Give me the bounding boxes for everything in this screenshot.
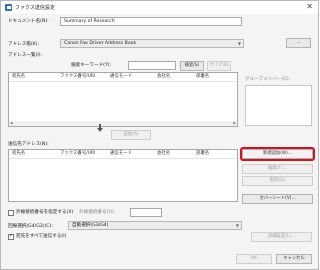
- scroll-right-icon[interactable]: ▶: [233, 121, 236, 126]
- down-arrow-icon: [97, 124, 103, 132]
- line-select-dropdown[interactable]: 自動選択(G3/G4) ▼: [68, 221, 242, 230]
- title-bar: ファクス送信設定 ✕: [1, 1, 318, 14]
- send-all-checkbox[interactable]: [8, 233, 14, 240]
- destination-col-company[interactable]: 会社名: [157, 150, 170, 158]
- chevron-down-icon: ▼: [237, 41, 241, 46]
- address-book-settings-button[interactable]: ...: [286, 38, 311, 48]
- cancel-button[interactable]: キャンセル: [276, 254, 312, 264]
- coversheet-button[interactable]: カバーシート(V)...: [242, 194, 313, 204]
- address-book-label: アドレス帳(K):: [8, 42, 40, 47]
- group-members-panel: [245, 85, 312, 126]
- address-col-company[interactable]: 会社名: [157, 73, 170, 81]
- address-col-mode[interactable]: 通信モード: [110, 73, 132, 81]
- destination-col-fax[interactable]: ファクス番号/URI: [60, 150, 95, 158]
- line-select-value: 自動選択(G3/G4): [72, 223, 109, 228]
- clear-button[interactable]: クリア(R): [207, 61, 231, 71]
- address-list-table[interactable]: 宛先名 ファクス番号/URI 通信モード 会社名 部署名 ◀ ▶: [8, 72, 238, 127]
- address-book-value: Canon Fax Driver Address Book: [64, 41, 137, 46]
- address-col-department[interactable]: 部署名: [196, 73, 209, 81]
- highlight-frame: [240, 147, 315, 161]
- window-title: ファクス送信設定: [15, 5, 55, 11]
- outside-line-label: 外線接続番号を指定する(X): [16, 210, 74, 215]
- destination-col-department[interactable]: 部署名: [196, 150, 209, 158]
- line-select-label: 回線選択(G4/G3)(C):: [8, 224, 53, 229]
- destination-col-name[interactable]: 宛先名: [12, 150, 25, 158]
- address-col-name[interactable]: 宛先名: [12, 73, 25, 81]
- document-name-label: ドキュメント名(N):: [8, 19, 49, 24]
- fax-settings-dialog: ファクス送信設定 ✕ ドキュメント名(N): Summary of Resear…: [0, 0, 319, 270]
- address-book-select[interactable]: Canon Fax Driver Address Book ▼: [60, 39, 244, 48]
- send-all-label: 宛先をすべて送信する(I): [16, 234, 67, 239]
- scroll-left-icon[interactable]: ◀: [10, 121, 13, 126]
- ok-button[interactable]: OK: [236, 254, 272, 264]
- document-name-input[interactable]: Summary of Research: [60, 17, 242, 26]
- destination-list-table[interactable]: 宛先名 ファクス番号/URI 通信モード 会社名 部署名: [8, 149, 238, 202]
- address-col-fax[interactable]: ファクス番号/URI: [60, 73, 95, 81]
- outside-line-checkbox[interactable]: [8, 210, 14, 216]
- outside-line-number-input[interactable]: [130, 208, 162, 217]
- close-icon[interactable]: ✕: [306, 2, 313, 12]
- add-button[interactable]: 追加(A): [111, 130, 151, 140]
- chevron-down-icon: ▼: [235, 223, 239, 228]
- search-keyword-label: 検索キーワード(Y):: [71, 63, 112, 68]
- outside-line-number-label: 外線接続番号(O):: [79, 210, 116, 215]
- destination-col-mode[interactable]: 通信モード: [110, 150, 132, 158]
- fax-app-icon: [5, 4, 12, 11]
- details-button[interactable]: 詳細設定(L)...: [251, 232, 312, 242]
- delete-button[interactable]: 削除(D): [242, 176, 313, 186]
- destination-list-label: 送信先アドレス(N):: [8, 142, 49, 147]
- search-button[interactable]: 検索(S): [180, 61, 204, 71]
- search-keyword-input[interactable]: [128, 61, 176, 70]
- group-members-label: グループメンバー(G):: [245, 77, 291, 82]
- address-list-label: アドレス一覧(I):: [8, 53, 43, 58]
- edit-button[interactable]: 編集(T)...: [242, 164, 313, 174]
- address-list-scrollbar[interactable]: ◀ ▶: [9, 121, 237, 126]
